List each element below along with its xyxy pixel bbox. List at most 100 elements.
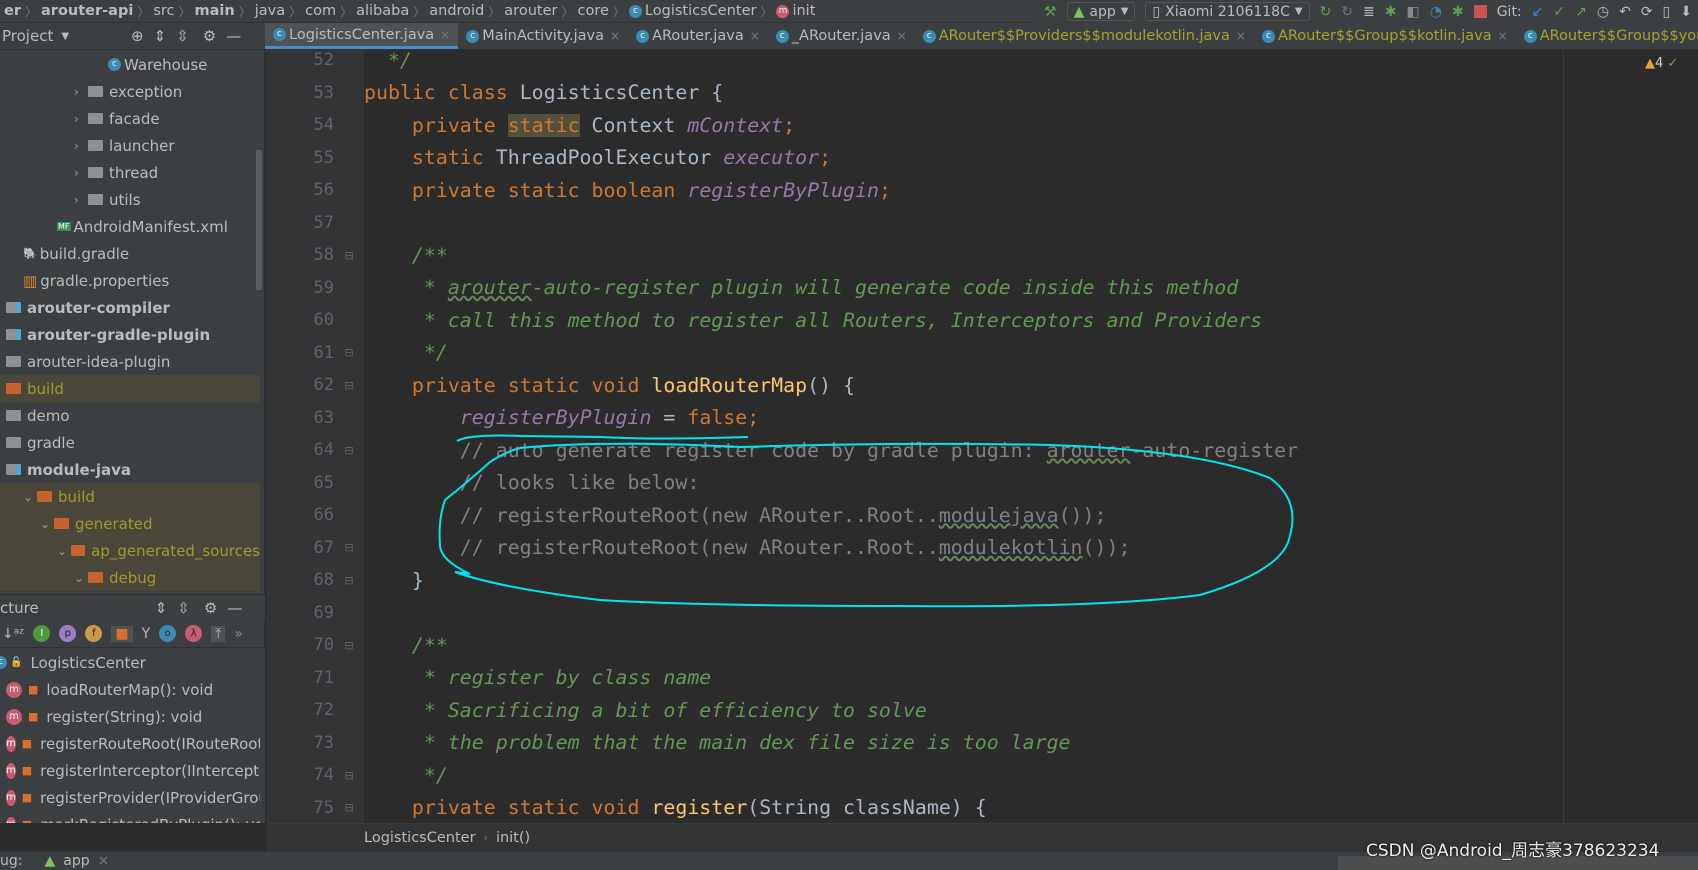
breadcrumb-item[interactable]: src — [149, 3, 178, 19]
coverage-icon[interactable]: ◧ — [1407, 4, 1420, 20]
debug-icon[interactable]: ✱ — [1385, 4, 1397, 20]
tree-item[interactable]: gradle — [0, 429, 260, 456]
tree-item[interactable]: c Warehouse — [0, 51, 260, 78]
tab-mainactivity-java[interactable]: c MainActivity.java × — [458, 23, 628, 49]
tree-scrollbar[interactable] — [256, 150, 262, 290]
expand-all-icon[interactable]: ⇕ — [154, 27, 167, 45]
breadcrumb-item[interactable]: er — [0, 3, 25, 19]
show-non-public-icon[interactable]: ■ — [111, 625, 133, 642]
tab-logisticscenter-java[interactable]: c LogisticsCenter.java × — [265, 23, 459, 49]
device-dropdown[interactable]: ▯ Xiaomi 2106118C ▼ — [1145, 2, 1310, 21]
stop-icon[interactable] — [1473, 5, 1487, 18]
tree-item[interactable]: › facade — [0, 105, 260, 132]
structure-item[interactable]: m ■ register(String): void — [0, 703, 260, 730]
close-icon[interactable]: × — [1236, 29, 1246, 43]
tab-arouter-group-yourse[interactable]: cARouter$$Group$$yourse — [1516, 23, 1698, 49]
chevron-right-icon[interactable]: › — [74, 139, 88, 153]
tree-item[interactable]: ▥ gradle.properties — [0, 267, 260, 294]
tab-arouter-java[interactable]: c ARouter.java × — [628, 23, 768, 49]
structure-item[interactable]: m ■ markRegisteredByPlugin(): void — [0, 811, 260, 823]
tree-item[interactable]: arouter-compiler — [0, 294, 260, 321]
run-config-dropdown[interactable]: ▲ app ▼ — [1066, 2, 1136, 21]
attach-debugger-icon[interactable]: ✱ — [1452, 4, 1464, 20]
gradle-sync-icon[interactable]: ⟳ — [1641, 4, 1653, 20]
show-properties-icon[interactable]: p — [59, 625, 77, 642]
profile-icon[interactable]: ◔ — [1430, 4, 1442, 20]
breadcrumb-item[interactable]: android — [425, 3, 488, 19]
collapse-all-icon[interactable]: ⇳ — [177, 599, 190, 617]
fold-marker-icon[interactable]: ⊟ — [334, 574, 364, 587]
structure-item[interactable]: m ■ registerProvider(IProviderGroup — [0, 784, 260, 811]
fold-marker-icon[interactable]: ⊟ — [334, 249, 364, 262]
show-inherited-icon[interactable]: I — [33, 625, 51, 642]
chevron-down-icon[interactable]: ⌄ — [57, 544, 71, 558]
minimize-icon[interactable]: — — [227, 599, 242, 617]
tree-item[interactable]: ⌄ generated — [0, 510, 260, 537]
logcat-icon[interactable]: ≣ — [1363, 4, 1375, 20]
chevron-down-icon[interactable]: ⌄ — [40, 517, 54, 531]
close-icon[interactable]: × — [897, 29, 907, 43]
breadcrumb-item[interactable]: java — [251, 3, 289, 19]
apply-changes-icon[interactable]: ↻ — [1341, 4, 1353, 20]
tree-item[interactable]: › exception — [0, 78, 260, 105]
project-view-selector[interactable]: Project — [0, 27, 53, 45]
structure-item[interactable]: m ■ loadRouterMap(): void — [0, 676, 260, 703]
tree-item[interactable]: arouter-idea-plugin — [0, 348, 260, 375]
git-update-icon[interactable]: ↙ — [1532, 4, 1544, 20]
fold-marker-icon[interactable]: ⊟ — [334, 769, 364, 782]
gear-icon[interactable]: ⚙ — [203, 27, 216, 45]
structure-item[interactable]: m ■ registerRouteRoot(IRouteRoot): — [0, 730, 260, 757]
chevron-right-icon[interactable]: › — [74, 193, 88, 207]
tab-arouter-group-kotlin-java[interactable]: c ARouter$$Group$$kotlin.java × — [1254, 23, 1516, 49]
tree-item[interactable]: › launcher — [0, 132, 260, 159]
code-editor[interactable]: 52 */ 53 public class LogisticsCenter {54 … — [266, 50, 1698, 823]
close-icon[interactable]: × — [98, 853, 110, 869]
close-icon[interactable]: × — [750, 29, 760, 43]
fold-marker-icon[interactable]: ⊟ — [334, 444, 364, 457]
breadcrumb-item[interactable]: m init — [772, 3, 819, 19]
rerun-icon[interactable]: ↻ — [1320, 4, 1332, 20]
git-push-icon[interactable]: ↗ — [1575, 4, 1587, 20]
chevron-down-icon[interactable]: ⌄ — [23, 490, 37, 504]
breadcrumb-class[interactable]: LogisticsCenter — [364, 830, 476, 846]
build-hammer-icon[interactable]: ⚒ — [1044, 4, 1057, 20]
debug-tab-app[interactable]: app — [63, 853, 89, 869]
show-fields-icon[interactable]: f — [85, 625, 103, 642]
tree-item[interactable]: ⌄ debug — [0, 564, 260, 591]
expand-all-icon[interactable]: ⇕ — [155, 599, 168, 617]
close-icon[interactable]: × — [1498, 29, 1508, 43]
tree-item[interactable]: build — [0, 375, 260, 402]
tree-item[interactable]: module-java — [0, 456, 260, 483]
tab-arouter-providers-modulekotlin-java[interactable]: c ARouter$$Providers$$modulekotlin.java × — [915, 23, 1254, 49]
breadcrumb-item[interactable]: arouter — [500, 3, 561, 19]
tree-item[interactable]: ⌄ build — [0, 483, 260, 510]
close-icon[interactable]: × — [440, 28, 450, 42]
gear-icon[interactable]: ⚙ — [204, 599, 217, 617]
chevron-right-icon[interactable]: › — [74, 112, 88, 126]
locate-icon[interactable]: ⊕ — [131, 27, 144, 45]
tree-item[interactable]: arouter-gradle-plugin — [0, 321, 260, 348]
tree-item[interactable]: 🐘 build.gradle — [0, 240, 260, 267]
show-lambdas-icon[interactable]: λ — [185, 625, 203, 642]
autoscroll-from-source-icon[interactable]: ⤒ — [211, 625, 226, 642]
fold-marker-icon[interactable]: ⊟ — [334, 639, 364, 652]
chevron-right-icon[interactable]: › — [74, 85, 88, 99]
git-rollback-icon[interactable]: ↶ — [1619, 4, 1631, 20]
chevron-down-icon[interactable]: ⌄ — [74, 571, 88, 585]
inspection-widget[interactable]: ▲4 ✓ — [1645, 56, 1678, 71]
git-commit-icon[interactable]: ✓ — [1553, 4, 1565, 20]
tree-item[interactable]: › utils — [0, 186, 260, 213]
show-hierarchy-icon[interactable]: Y — [142, 626, 151, 642]
tree-item[interactable]: ⌄ ap_generated_sources — [0, 537, 260, 564]
structure-root[interactable]: c 🔓 LogisticsCenter — [0, 649, 260, 676]
sort-alpha-icon[interactable]: ↓ᵃᶻ — [2, 626, 24, 642]
breadcrumb-item[interactable]: alibaba — [352, 3, 413, 19]
avd-manager-icon[interactable]: ▯ — [1663, 4, 1671, 20]
close-icon[interactable]: × — [610, 29, 620, 43]
tab--arouter-java[interactable]: c _ARouter.java × — [768, 23, 915, 49]
fold-marker-icon[interactable]: ⊟ — [334, 346, 364, 359]
breadcrumb-item[interactable]: c LogisticsCenter — [625, 3, 761, 19]
chevron-right-icon[interactable]: › — [74, 166, 88, 180]
git-history-icon[interactable]: ◷ — [1597, 4, 1609, 20]
breadcrumb-method[interactable]: init() — [496, 830, 530, 846]
